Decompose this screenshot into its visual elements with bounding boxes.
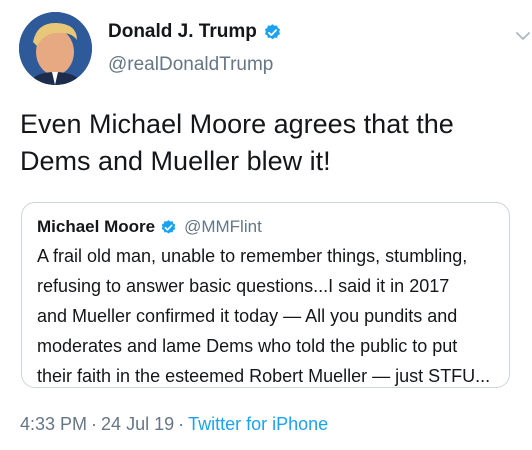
- tweet-card: Donald J. Trump @realDonaldTrump Even Mi…: [0, 0, 532, 450]
- tweet-source-link[interactable]: Twitter for iPhone: [188, 414, 328, 434]
- quoted-author-name: Michael Moore: [37, 217, 156, 236]
- quoted-tweet-header: Michael Moore @MMFlint: [37, 216, 262, 238]
- meta-separator: ·: [91, 414, 98, 434]
- chevron-down-icon[interactable]: [516, 28, 530, 40]
- author-handle[interactable]: @realDonaldTrump: [108, 54, 282, 76]
- quoted-author-handle: @MMFlint: [184, 217, 262, 236]
- author-block: Donald J. Trump @realDonaldTrump: [108, 18, 282, 76]
- avatar[interactable]: [19, 12, 92, 85]
- quoted-tweet[interactable]: Michael Moore @MMFlint A frail old man, …: [21, 202, 510, 388]
- verified-badge-icon: [160, 219, 177, 236]
- avatar-image: [19, 12, 92, 85]
- tweet-text: Even Michael Moore agrees that the Dems …: [20, 109, 454, 176]
- author-name-row: Donald J. Trump: [108, 18, 282, 46]
- tweet-metadata: 4:33 PM · 24 Jul 19 · Twitter for iPhone: [20, 414, 328, 435]
- tweet-date[interactable]: 24 Jul 19: [101, 414, 174, 434]
- author-display-name[interactable]: Donald J. Trump: [108, 21, 257, 43]
- quoted-tweet-text: A frail old man, unable to remember thin…: [37, 246, 491, 386]
- verified-badge-icon: [263, 23, 282, 42]
- meta-separator: ·: [178, 414, 185, 434]
- tweet-time[interactable]: 4:33 PM: [20, 414, 87, 434]
